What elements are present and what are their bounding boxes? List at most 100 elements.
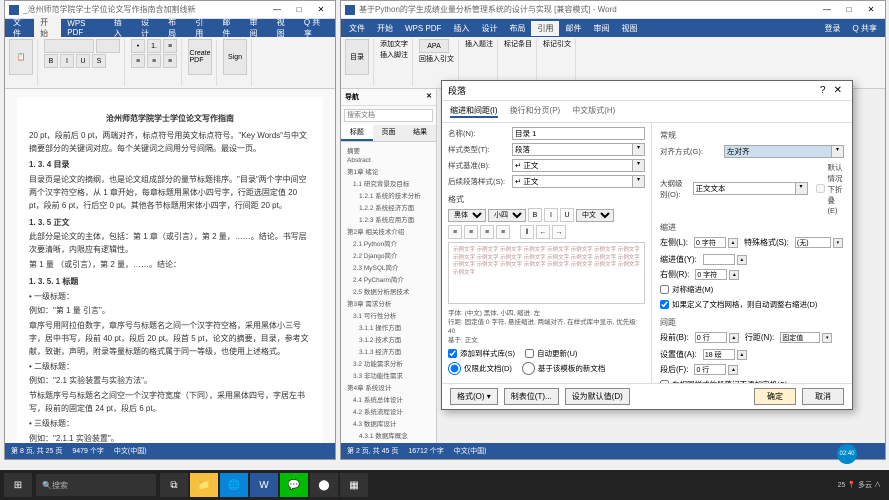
add-to-gallery-checkbox[interactable] <box>448 349 457 358</box>
line-spacing-button[interactable]: ‖ <box>520 225 534 239</box>
size-select[interactable]: 小四 <box>488 209 526 222</box>
dialog-help-icon[interactable]: ? <box>816 85 830 96</box>
menu-mail[interactable]: 邮件 <box>559 21 587 36</box>
indent-inc-button[interactable]: → <box>552 225 566 239</box>
underline-button[interactable]: U <box>76 54 90 68</box>
auto-update-checkbox[interactable] <box>525 349 534 358</box>
nav-item[interactable]: 1.2.1 系统的技术分析 <box>343 189 434 201</box>
sign-button[interactable]: Sign <box>223 39 247 75</box>
alignment-select[interactable] <box>724 145 832 158</box>
chevron-down-icon[interactable]: ▾ <box>633 175 645 188</box>
nav-item[interactable]: 2.2 Django简介 <box>343 249 434 261</box>
align-justify-button[interactable]: ≡ <box>496 225 510 239</box>
dialog-close-icon[interactable]: ✕ <box>830 85 846 96</box>
font-combo[interactable] <box>44 39 94 53</box>
maximize-button[interactable]: □ <box>839 3 859 17</box>
ok-button[interactable]: 确定 <box>754 388 796 405</box>
special-indent-select[interactable] <box>795 237 831 248</box>
close-button[interactable]: ✕ <box>861 3 881 17</box>
chevron-down-icon[interactable]: ▾ <box>832 145 844 158</box>
menu-home[interactable]: 开始 <box>371 21 399 36</box>
nav-item[interactable]: 1.2.2 系统经济方面 <box>343 201 434 213</box>
this-doc-radio[interactable] <box>448 362 461 375</box>
menu-share[interactable]: Q 共享 <box>847 21 883 36</box>
align-center-button[interactable]: ≡ <box>147 54 161 68</box>
wechat-icon[interactable]: 💬 <box>280 473 308 497</box>
nav-item[interactable]: 4.3 数据库设计 <box>343 417 434 429</box>
nav-item[interactable]: 2.5 数据分析居技术 <box>343 285 434 297</box>
underline-button[interactable]: U <box>560 208 574 222</box>
nav-item[interactable]: 2.3 MySQL简介 <box>343 261 434 273</box>
chevron-down-icon[interactable]: ▾ <box>796 182 808 195</box>
nav-item[interactable]: 第3章 需求分析 <box>343 297 434 309</box>
taskbar-search[interactable]: 🔍 搜索 <box>36 474 156 496</box>
italic-button[interactable]: I <box>60 54 74 68</box>
menu-view[interactable]: 视图 <box>615 21 643 36</box>
align-left-button[interactable]: ≡ <box>131 54 145 68</box>
align-right-button[interactable]: ≡ <box>163 54 177 68</box>
system-tray[interactable]: 25 📍 多云 ∧ <box>838 480 885 490</box>
mark-citation-button[interactable]: 标记引文 <box>543 39 571 49</box>
indent-left-input[interactable] <box>694 237 726 248</box>
menu-layout[interactable]: 布局 <box>503 21 531 36</box>
record-timer[interactable]: 02:40 <box>837 444 857 464</box>
set-default-button[interactable]: 设为默认值(D) <box>565 388 630 405</box>
strike-button[interactable]: S <box>92 54 106 68</box>
bold-button[interactable]: B <box>528 208 542 222</box>
nav-item[interactable]: 2.1 Python简介 <box>343 237 434 249</box>
insert-footnote-button[interactable]: 插入脚注 <box>380 50 408 60</box>
insert-citation-button[interactable]: 回插入引文 <box>419 54 454 64</box>
indent-dec-button[interactable]: ← <box>536 225 550 239</box>
nav-search-input[interactable] <box>344 109 433 122</box>
nav-item[interactable]: 第2章 相关技术介绍 <box>343 225 434 237</box>
spin-up-icon[interactable]: ▲ <box>737 255 747 265</box>
chevron-down-icon[interactable]: ▾ <box>833 238 843 248</box>
menu-design[interactable]: 设计 <box>475 21 503 36</box>
nav-item[interactable]: 3.3 非功能性需求 <box>343 369 434 381</box>
line-spacing-at-input[interactable] <box>703 349 735 360</box>
spin-up-icon[interactable]: ▲ <box>729 333 739 343</box>
spin-up-icon[interactable]: ▲ <box>728 365 738 375</box>
template-docs-radio[interactable] <box>522 362 535 375</box>
nav-item[interactable]: 第1章 绪论 <box>343 165 434 177</box>
nav-item[interactable]: 4.2 系统流程设计 <box>343 405 434 417</box>
cancel-button[interactable]: 取消 <box>802 388 844 405</box>
edge-icon[interactable]: 🌐 <box>220 473 248 497</box>
nav-outline-list[interactable]: 摘要Abstract第1章 绪论1.1 研究背景及目标1.2.1 系统的技术分析… <box>341 142 436 443</box>
nav-item[interactable]: 3.1 可行性分析 <box>343 309 434 321</box>
menu-wpspdf[interactable]: WPS PDF <box>61 17 108 39</box>
chevron-down-icon[interactable]: ▾ <box>633 143 645 156</box>
menu-wpspdf[interactable]: WPS PDF <box>399 22 447 35</box>
menu-file[interactable]: 文件 <box>343 21 371 36</box>
align-right-button[interactable]: ≡ <box>480 225 494 239</box>
indent-right-input[interactable] <box>695 269 727 280</box>
insert-caption-button[interactable]: 插入题注 <box>465 39 493 49</box>
space-after-input[interactable] <box>694 364 726 375</box>
spin-up-icon[interactable]: ▲ <box>737 350 747 360</box>
outline-level-select[interactable] <box>693 182 796 195</box>
tab-line-page-breaks[interactable]: 换行和分页(P) <box>510 105 561 118</box>
toc-button[interactable]: 目录 <box>345 39 369 75</box>
auto-right-indent-checkbox[interactable] <box>660 300 669 309</box>
nav-item[interactable]: 1.2.3 系统应用方面 <box>343 213 434 225</box>
style-name-input[interactable] <box>512 127 645 140</box>
mirror-indent-checkbox[interactable] <box>660 285 669 294</box>
menu-insert[interactable]: 插入 <box>447 21 475 36</box>
create-pdf-button[interactable]: CreatePDF <box>188 39 212 75</box>
style-next-select[interactable] <box>512 175 633 188</box>
paste-button[interactable]: 📋 <box>9 39 33 75</box>
size-combo[interactable] <box>96 39 120 53</box>
nav-item[interactable]: 4.3.1 数据库概念 <box>343 429 434 441</box>
bold-button[interactable]: B <box>44 54 58 68</box>
nav-tab-headings[interactable]: 标题 <box>341 125 373 141</box>
nav-close-icon[interactable]: ✕ <box>426 92 432 102</box>
space-before-input[interactable] <box>695 332 727 343</box>
tab-indent-spacing[interactable]: 缩进和间距(I) <box>450 105 498 118</box>
nav-item[interactable]: 第4章 系统设计 <box>343 381 434 393</box>
start-button[interactable]: ⊞ <box>4 473 32 497</box>
italic-button[interactable]: I <box>544 208 558 222</box>
align-center-button[interactable]: ≡ <box>464 225 478 239</box>
task-view-button[interactable]: ⧉ <box>160 473 188 497</box>
nav-tab-pages[interactable]: 页面 <box>373 125 405 141</box>
menu-login[interactable]: 登录 <box>819 21 847 36</box>
